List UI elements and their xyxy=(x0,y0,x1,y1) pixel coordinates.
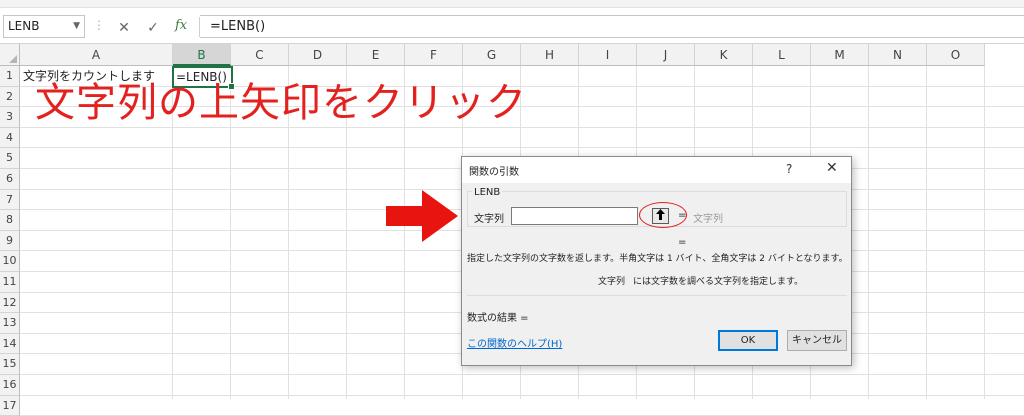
help-icon[interactable]: ? xyxy=(786,162,792,176)
row-header-9[interactable]: 9 xyxy=(0,230,20,252)
column-header-f[interactable]: F xyxy=(405,44,463,66)
row-header-13[interactable]: 13 xyxy=(0,313,20,334)
function-description: 指定した文字列の文字数を返します。半角文字は 1 バイト、全角文字は 2 バイト… xyxy=(467,254,848,264)
column-header-l[interactable]: L xyxy=(753,44,811,66)
row-header-12[interactable]: 12 xyxy=(0,292,20,314)
gridline xyxy=(926,66,927,399)
column-header-g[interactable]: G xyxy=(463,44,521,66)
row-header-8[interactable]: 8 xyxy=(0,210,20,231)
column-header-d[interactable]: D xyxy=(289,44,347,66)
equals-sign: = xyxy=(678,210,687,221)
function-name: LENB xyxy=(472,187,503,198)
column-header-h[interactable]: H xyxy=(521,44,579,66)
column-header-b[interactable]: B xyxy=(173,44,231,66)
row-header-6[interactable]: 6 xyxy=(0,169,20,190)
formula-input[interactable]: =LENB() xyxy=(200,15,1024,38)
gridline xyxy=(20,147,1024,149)
gridline xyxy=(20,394,1024,396)
formula-bar: LENB ▼ ⋮ ✕ ✓ fx =LENB() xyxy=(0,8,1024,44)
row-header-1[interactable]: 1 xyxy=(0,66,20,87)
insert-function-icon[interactable]: fx xyxy=(175,18,187,33)
red-arrow-icon xyxy=(386,190,458,242)
column-header-n[interactable]: N xyxy=(869,44,927,66)
function-result-equals: = xyxy=(678,237,687,248)
column-header-i[interactable]: I xyxy=(579,44,637,66)
close-icon[interactable]: ✕ xyxy=(826,160,838,176)
column-header-c[interactable]: C xyxy=(231,44,289,66)
row-header-10[interactable]: 10 xyxy=(0,251,20,272)
row-header-4[interactable]: 4 xyxy=(0,127,20,149)
gridline xyxy=(868,66,869,399)
column-header-j[interactable]: J xyxy=(637,44,695,66)
ribbon-strip xyxy=(0,0,1024,8)
name-box-value: LENB xyxy=(8,19,40,33)
divider xyxy=(467,295,847,296)
function-help-link[interactable]: この関数のヘルプ(H) xyxy=(467,335,562,350)
row-header-2[interactable]: 2 xyxy=(0,86,20,108)
arg-label: 文字列 xyxy=(474,214,504,225)
more-icon[interactable]: ⋮ xyxy=(93,19,105,31)
select-all-corner[interactable] xyxy=(0,44,20,66)
row-header-16[interactable]: 16 xyxy=(0,375,20,396)
cancel-button[interactable]: キャンセル xyxy=(787,330,847,351)
function-arguments-dialog: 関数の引数 ? ✕ LENB 文字列 = 文字列 = 指定した文字列の文字数を返… xyxy=(461,156,852,366)
formula-result: 数式の結果 = xyxy=(467,313,529,324)
column-header-k[interactable]: K xyxy=(695,44,753,66)
arg-result: 文字列 xyxy=(693,214,723,225)
row-header-14[interactable]: 14 xyxy=(0,333,20,355)
arg-description-name: 文字列 xyxy=(598,277,626,287)
row-header-5[interactable]: 5 xyxy=(0,148,20,169)
dialog-titlebar: 関数の引数 ? ✕ xyxy=(462,157,851,183)
row-header-11[interactable]: 11 xyxy=(0,272,20,293)
arg-input[interactable] xyxy=(511,207,638,225)
ok-button[interactable]: OK xyxy=(718,330,778,351)
instruction-annotation: 文字列の上矢印をクリック xyxy=(35,80,527,126)
chevron-down-icon[interactable]: ▼ xyxy=(73,16,80,37)
row-header-15[interactable]: 15 xyxy=(0,354,20,375)
column-header-a[interactable]: A xyxy=(20,44,173,66)
enter-icon[interactable]: ✓ xyxy=(144,20,162,36)
column-header-o[interactable]: O xyxy=(927,44,985,66)
cancel-icon[interactable]: ✕ xyxy=(115,20,133,36)
row-header-3[interactable]: 3 xyxy=(0,107,20,128)
dialog-title: 関数の引数 xyxy=(469,167,519,178)
name-box[interactable]: LENB ▼ xyxy=(3,15,85,38)
gridline xyxy=(984,66,985,399)
column-header-m[interactable]: M xyxy=(811,44,869,66)
row-header-7[interactable]: 7 xyxy=(0,189,20,211)
arg-description: には文字数を調べる文字列を指定します。 xyxy=(633,277,804,287)
column-header-e[interactable]: E xyxy=(347,44,405,66)
gridline xyxy=(20,374,1024,375)
